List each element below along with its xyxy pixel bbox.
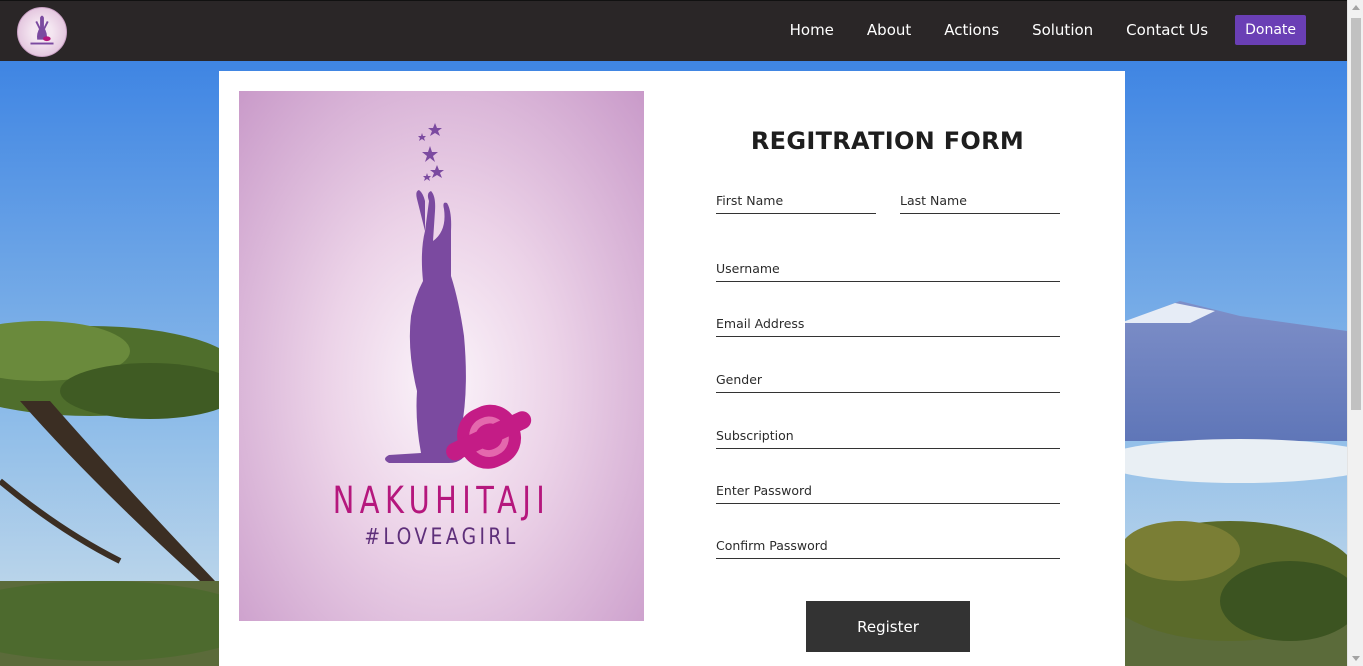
password-field: [716, 480, 1060, 504]
email-input[interactable]: [716, 313, 1060, 337]
first-name-input[interactable]: [716, 190, 876, 214]
registration-card: NAKUHITAJI #LOVEAGIRL REGITRATION FORM R…: [219, 71, 1125, 666]
subscription-input[interactable]: [716, 425, 1060, 449]
gender-field: [716, 369, 1060, 393]
form-title: REGITRATION FORM: [750, 127, 1025, 155]
last-name-field: [900, 190, 1060, 214]
username-field: [716, 258, 1060, 282]
nav-actions[interactable]: Actions: [944, 21, 999, 39]
nav-about[interactable]: About: [867, 21, 911, 39]
poster-tagline: #LOVEAGIRL: [364, 525, 519, 550]
confirm-password-field: [716, 535, 1060, 559]
scrollbar-thumb[interactable]: [1351, 18, 1361, 410]
confirm-password-input[interactable]: [716, 535, 1060, 559]
email-field: [716, 313, 1060, 337]
poster-title: NAKUHITAJI: [332, 479, 551, 522]
last-name-input[interactable]: [900, 190, 1060, 214]
navbar: Home About Actions Solution Contact Us D…: [0, 0, 1347, 61]
nav-contact-us[interactable]: Contact Us: [1126, 21, 1208, 39]
first-name-field: [716, 190, 876, 214]
nav-home[interactable]: Home: [790, 21, 834, 39]
password-input[interactable]: [716, 480, 1060, 504]
register-button[interactable]: Register: [806, 601, 970, 652]
donate-button[interactable]: Donate: [1235, 15, 1306, 45]
campaign-poster: NAKUHITAJI #LOVEAGIRL: [239, 91, 644, 621]
subscription-field: [716, 425, 1060, 449]
gender-input[interactable]: [716, 369, 1060, 393]
nav-solution[interactable]: Solution: [1032, 21, 1093, 39]
username-input[interactable]: [716, 258, 1060, 282]
scroll-up-arrow-icon[interactable]: [1352, 5, 1360, 10]
nakuhitaji-logo-icon[interactable]: [17, 7, 67, 57]
page-scrollbar[interactable]: [1347, 0, 1363, 666]
scroll-down-arrow-icon[interactable]: [1352, 656, 1360, 661]
nav-links: Home About Actions Solution Contact Us D…: [757, 15, 1306, 45]
